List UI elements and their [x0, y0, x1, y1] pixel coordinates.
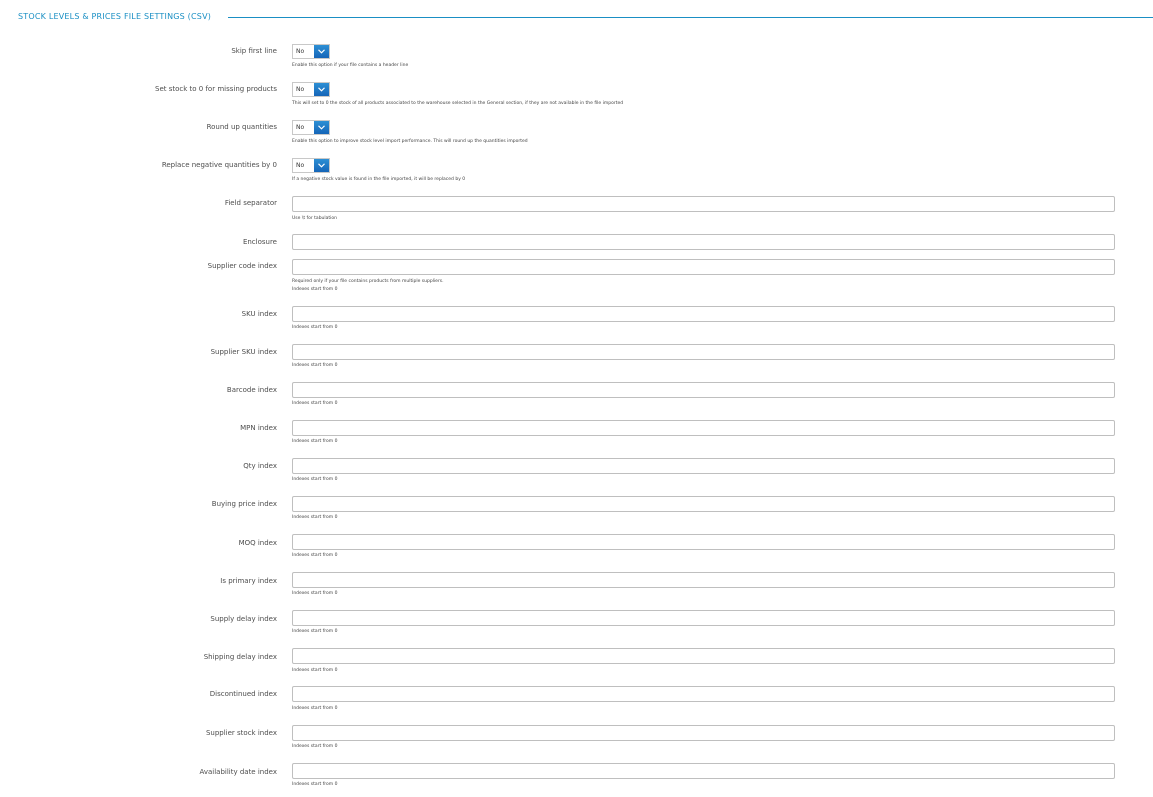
discontinued-index-label: Discontinued index	[209, 690, 277, 698]
skip-first-line-value: No	[296, 48, 305, 55]
skip-first-line-help: Enable this option if your file contains…	[292, 63, 409, 68]
round-up-quantities-dropdown-button[interactable]	[314, 121, 329, 134]
buying-price-index-input[interactable]	[292, 496, 1115, 512]
section-header: STOCK LEVELS & PRICES FILE SETTINGS (CSV…	[18, 12, 1153, 24]
supplier-sku-index-label: Supplier SKU index	[210, 348, 277, 356]
round-up-quantities-help: Enable this option to improve stock leve…	[292, 139, 528, 144]
supplier-code-index-help-2: Indexes start from 0	[292, 287, 338, 292]
supplier-stock-index-label: Supplier stock index	[205, 729, 277, 737]
supply-delay-index-input[interactable]	[292, 610, 1115, 626]
mpn-index-label: MPN index	[240, 424, 277, 432]
round-up-quantities-value: No	[296, 124, 305, 131]
supplier-stock-index-input[interactable]	[292, 725, 1115, 741]
replace-negative-value: No	[296, 162, 305, 169]
supplier-sku-index-input[interactable]	[292, 344, 1115, 360]
replace-negative-label: Replace negative quantities by 0	[161, 161, 277, 169]
chevron-down-icon	[318, 163, 325, 168]
buying-price-index-label: Buying price index	[211, 500, 277, 508]
field-separator-input[interactable]	[292, 196, 1115, 212]
supplier-code-index-input[interactable]	[292, 259, 1115, 275]
replace-negative-help: If a negative stock value is found in th…	[292, 177, 466, 182]
supply-delay-index-help: Indexes start from 0	[292, 629, 338, 634]
sku-index-label: SKU index	[241, 310, 277, 318]
chevron-down-icon	[318, 125, 325, 130]
mpn-index-input[interactable]	[292, 420, 1115, 436]
replace-negative-dropdown-button[interactable]	[314, 159, 329, 172]
field-separator-help: Use \t for tabulation	[292, 216, 338, 221]
sku-index-input[interactable]	[292, 306, 1115, 322]
supplier-sku-index-help: Indexes start from 0	[292, 363, 338, 368]
qty-index-label: Qty index	[243, 462, 277, 470]
supplier-code-index-label: Supplier code index	[207, 262, 277, 270]
round-up-quantities-select[interactable]: No	[292, 120, 330, 135]
sku-index-help: Indexes start from 0	[292, 325, 338, 330]
supplier-code-index-help: Required only if your file contains prod…	[292, 279, 444, 284]
shipping-delay-index-input[interactable]	[292, 648, 1115, 664]
buying-price-index-help: Indexes start from 0	[292, 515, 338, 520]
availability-date-index-help: Indexes start from 0	[292, 782, 338, 787]
moq-index-label: MOQ index	[238, 539, 277, 547]
mpn-index-help: Indexes start from 0	[292, 439, 338, 444]
moq-index-input[interactable]	[292, 534, 1115, 550]
supply-delay-index-label: Supply delay index	[210, 615, 277, 623]
moq-index-help: Indexes start from 0	[292, 553, 338, 558]
shipping-delay-index-help: Indexes start from 0	[292, 668, 338, 673]
skip-first-line-label: Skip first line	[231, 47, 277, 55]
barcode-index-help: Indexes start from 0	[292, 401, 338, 406]
barcode-index-label: Barcode index	[226, 386, 277, 394]
is-primary-index-input[interactable]	[292, 572, 1115, 588]
set-stock-zero-dropdown-button[interactable]	[314, 83, 329, 96]
enclosure-input[interactable]	[292, 234, 1115, 250]
shipping-delay-index-label: Shipping delay index	[203, 653, 277, 661]
skip-first-line-select[interactable]: No	[292, 44, 330, 59]
enclosure-label: Enclosure	[242, 238, 277, 246]
barcode-index-input[interactable]	[292, 382, 1115, 398]
section-divider	[228, 17, 1153, 18]
discontinued-index-help: Indexes start from 0	[292, 706, 338, 711]
discontinued-index-input[interactable]	[292, 686, 1115, 702]
is-primary-index-label: Is primary index	[220, 577, 277, 585]
supplier-stock-index-help: Indexes start from 0	[292, 744, 338, 749]
set-stock-zero-help: This will set to 0 the stock of all prod…	[292, 101, 624, 106]
set-stock-zero-label: Set stock to 0 for missing products	[155, 85, 277, 93]
round-up-quantities-label: Round up quantities	[206, 123, 277, 131]
is-primary-index-help: Indexes start from 0	[292, 591, 338, 596]
skip-first-line-dropdown-button[interactable]	[314, 45, 329, 58]
availability-date-index-input[interactable]	[292, 763, 1115, 779]
chevron-down-icon	[318, 49, 325, 54]
chevron-down-icon	[318, 87, 325, 92]
qty-index-input[interactable]	[292, 458, 1115, 474]
availability-date-index-label: Availability date index	[199, 768, 277, 776]
qty-index-help: Indexes start from 0	[292, 477, 338, 482]
section-title: STOCK LEVELS & PRICES FILE SETTINGS (CSV…	[18, 12, 220, 22]
set-stock-zero-value: No	[296, 86, 305, 93]
replace-negative-select[interactable]: No	[292, 158, 330, 173]
field-separator-label: Field separator	[224, 199, 277, 207]
set-stock-zero-select[interactable]: No	[292, 82, 330, 97]
